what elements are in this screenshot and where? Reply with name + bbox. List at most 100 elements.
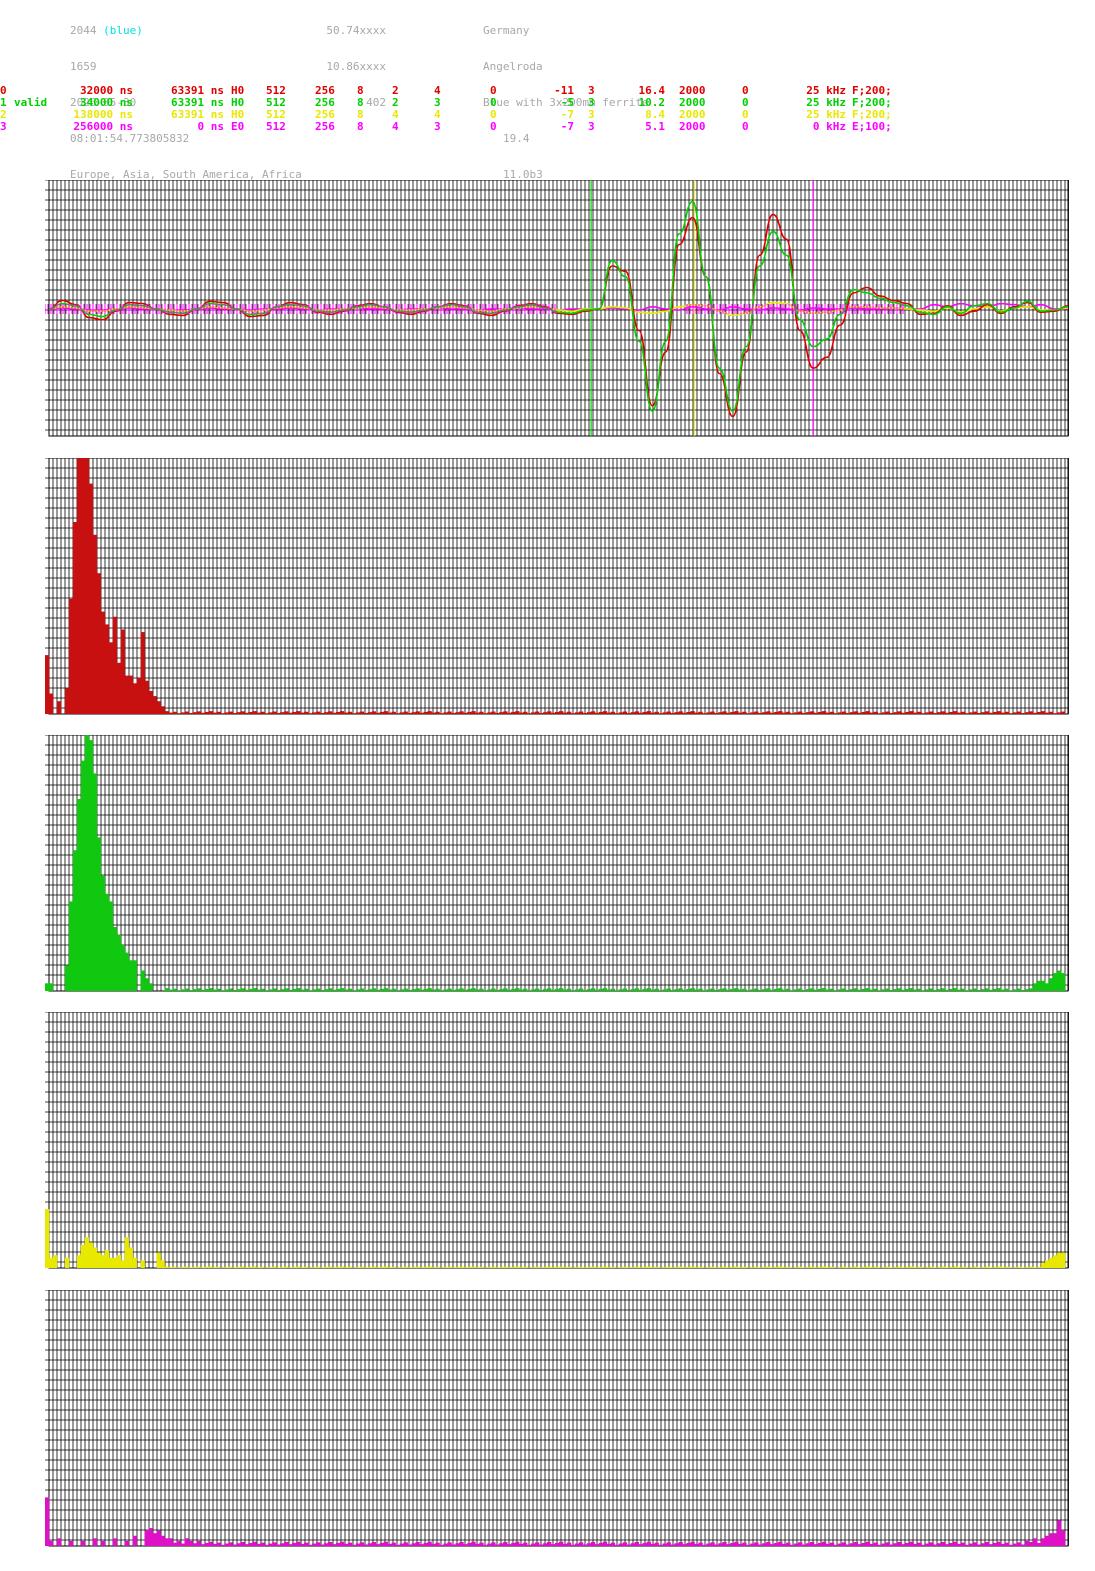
histogram-bar xyxy=(72,522,78,714)
histogram-bar xyxy=(523,988,528,991)
histogram-bar xyxy=(786,711,791,714)
histogram-bar xyxy=(881,1267,886,1268)
histogram-bar xyxy=(726,1544,731,1546)
histogram-bar xyxy=(810,988,815,991)
histogram-bar xyxy=(670,1267,675,1268)
histogram-bar xyxy=(200,712,205,714)
histogram-bar xyxy=(610,988,616,991)
histogram-bar xyxy=(969,989,974,991)
histogram-bar xyxy=(108,901,114,991)
histogram-bar xyxy=(774,988,779,991)
histogram-bar xyxy=(351,713,357,714)
histogram-bar xyxy=(889,989,894,991)
histogram-bar xyxy=(690,1266,695,1268)
histogram-bar xyxy=(164,1266,169,1268)
histogram-bar xyxy=(929,1266,934,1268)
histogram-bar xyxy=(1061,973,1066,991)
histogram-bar xyxy=(885,1542,890,1546)
histogram-bar xyxy=(252,1541,257,1546)
histogram-bar xyxy=(873,711,879,714)
histogram-bar xyxy=(937,989,942,991)
histogram-bar xyxy=(1029,711,1034,714)
histogram-bar xyxy=(331,1267,337,1268)
histogram-bar xyxy=(905,1266,910,1268)
channel-mode: E0 xyxy=(231,120,245,133)
histogram-bar xyxy=(479,711,484,714)
histogram-bar xyxy=(172,988,177,991)
histogram-bar xyxy=(662,712,667,714)
histogram-bar xyxy=(447,711,452,714)
histogram-bar xyxy=(204,988,209,991)
histogram-bar xyxy=(315,1266,321,1268)
histogram-bar xyxy=(292,711,297,714)
histogram-bar xyxy=(232,712,237,714)
channel-b: 256 xyxy=(315,120,335,133)
histogram-bar xyxy=(1029,1266,1034,1268)
histogram-bar xyxy=(451,1267,456,1268)
channel-row: 2 138000 ns 63391 ns H0 512 256 8 4 4 0 -7 3 8.4 2000… xyxy=(0,109,1095,121)
histogram-bar xyxy=(821,1541,827,1546)
histogram-bar xyxy=(535,711,540,714)
histogram-bar xyxy=(678,1542,683,1546)
histogram-bar xyxy=(841,1266,847,1268)
histogram-bar xyxy=(861,988,867,991)
histogram-bar xyxy=(622,1266,628,1268)
histogram-bar xyxy=(451,712,456,714)
histogram-bar xyxy=(319,712,325,714)
histogram-bar xyxy=(48,1540,54,1546)
histogram-bar xyxy=(379,1266,384,1268)
histogram-bar xyxy=(730,1266,735,1268)
histogram-bar xyxy=(586,989,592,991)
histogram-bar xyxy=(650,989,655,991)
histogram-bar xyxy=(451,1544,456,1546)
histogram-bar xyxy=(196,711,201,714)
histogram-bar xyxy=(172,1266,177,1268)
histogram-bar xyxy=(212,1267,217,1268)
histogram-bar xyxy=(766,1266,771,1268)
histogram-bar xyxy=(806,712,811,714)
histogram-bar xyxy=(913,1267,918,1268)
histogram-bar xyxy=(1013,1267,1018,1268)
histogram-bar xyxy=(702,1544,707,1546)
histogram-bar xyxy=(849,1543,855,1546)
histogram-bar xyxy=(483,713,488,714)
histogram-bar xyxy=(1021,989,1026,991)
histogram-bar xyxy=(893,989,898,991)
histogram-bar xyxy=(515,1266,520,1268)
histogram-bar xyxy=(176,713,181,714)
histogram-bar xyxy=(798,988,803,991)
channel-amp: 5.1 xyxy=(645,120,665,133)
histogram-bar xyxy=(642,711,647,714)
histogram-bar xyxy=(327,1542,333,1546)
histogram-bar xyxy=(1005,711,1010,714)
histogram-bar xyxy=(774,1266,779,1268)
histogram-bar xyxy=(802,1544,807,1546)
histogram-bar xyxy=(435,1266,440,1268)
histogram-bar xyxy=(88,1242,94,1268)
histogram-bar xyxy=(917,1266,922,1268)
histogram-bar xyxy=(288,1544,293,1546)
histogram-bar xyxy=(622,1542,628,1546)
histogram-bar xyxy=(515,711,520,714)
histogram-bar xyxy=(531,1543,536,1546)
histogram-bar xyxy=(578,711,584,714)
histogram-bar xyxy=(519,989,524,991)
histogram-bar xyxy=(331,1544,337,1546)
histogram-bar xyxy=(387,712,392,714)
histogram-bar xyxy=(359,1266,365,1268)
histogram-bar xyxy=(100,611,106,714)
histogram-bar xyxy=(96,837,102,991)
histogram-bar xyxy=(714,1544,719,1546)
histogram-bar xyxy=(985,711,990,714)
histogram-bar xyxy=(837,1543,843,1546)
histogram-bar xyxy=(961,711,966,714)
histogram-bar xyxy=(734,711,739,714)
histogram-bar xyxy=(1057,1520,1062,1546)
histogram-bar xyxy=(84,458,90,714)
histogram-bar xyxy=(1001,712,1006,714)
histogram-bar xyxy=(523,711,528,714)
histogram-bar xyxy=(483,990,488,991)
histogram-bar xyxy=(276,989,281,991)
histogram-bar xyxy=(794,989,799,991)
histogram-bar xyxy=(1041,1538,1046,1546)
